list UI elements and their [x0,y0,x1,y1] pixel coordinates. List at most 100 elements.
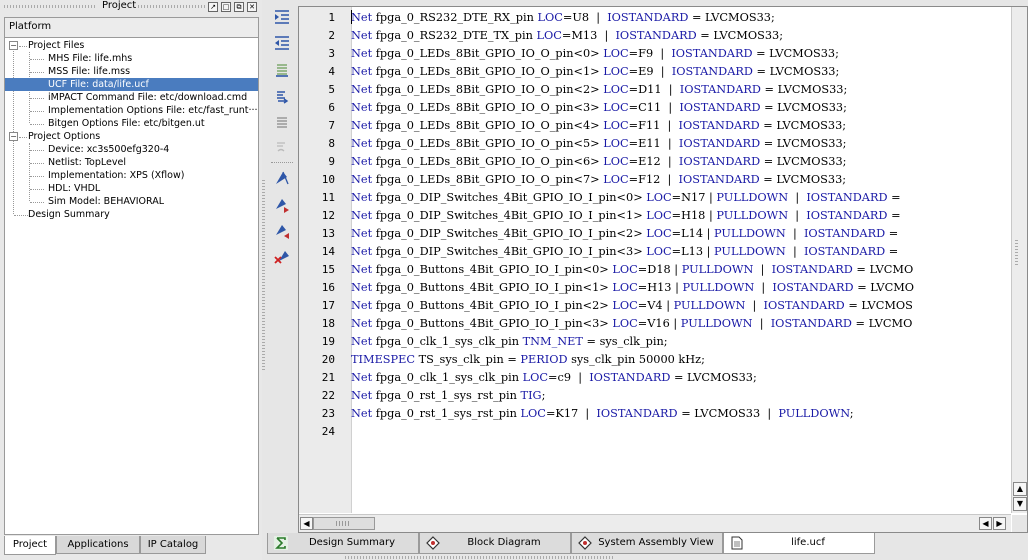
code-line[interactable]: Net fpga_0_DIP_Switches_4Bit_GPIO_IO_I_p… [351,189,901,207]
code-line[interactable]: Net fpga_0_clk_1_sys_clk_pin LOC=c9 | IO… [351,369,757,387]
tree-folder[interactable]: Project Options [28,130,100,143]
code-line[interactable]: Net fpga_0_LEDs_8Bit_GPIO_IO_O_pin<4> LO… [351,117,846,135]
code-text: =V4 | [637,299,674,312]
code-line[interactable]: Net fpga_0_rst_1_sys_rst_pin TIG; [351,387,545,405]
code-text: = LVCMO [853,281,915,294]
line-number: 13 [321,227,335,240]
tab-system-assembly-view[interactable]: System Assembly View [571,533,723,554]
scroll-right-button[interactable]: ▶ [993,517,1006,530]
tab-ip-catalog[interactable]: IP Catalog [140,536,206,554]
code-text: = LVCMOS33; [688,11,775,24]
tree-item[interactable]: UCF File: data/life.ucf [5,78,258,91]
horizontal-scrollbar[interactable]: ◀ ◀ ▶ [299,514,1011,532]
code-line[interactable]: Net fpga_0_Buttons_4Bit_GPIO_IO_I_pin<0>… [351,261,913,279]
code-line[interactable]: Net fpga_0_LEDs_8Bit_GPIO_IO_O_pin<1> LO… [351,63,839,81]
maximize-panel-button[interactable]: □ [221,2,231,12]
tree-item[interactable]: MHS File: life.mhs [48,52,132,65]
code-keyword: PULLDOWN [714,245,786,258]
line-number: 8 [328,137,335,150]
clear-bookmarks-button[interactable] [272,247,292,267]
close-panel-button[interactable]: ✕ [247,2,257,12]
tab-design-summary[interactable]: Design Summary [267,533,419,554]
scroll-left-button[interactable]: ◀ [979,517,992,530]
code-line[interactable]: Net fpga_0_rst_1_sys_rst_pin LOC=K17 | I… [351,405,854,423]
code-line[interactable]: Net fpga_0_DIP_Switches_4Bit_GPIO_IO_I_p… [351,243,898,261]
code-line[interactable]: Net fpga_0_Buttons_4Bit_GPIO_IO_I_pin<1>… [351,279,914,297]
bookmark-button[interactable] [272,138,292,158]
unindent-button[interactable] [272,33,292,53]
tree-item[interactable]: Device: xc3s500efg320-4 [48,143,169,156]
code-keyword: LOC [603,173,629,186]
code-line[interactable]: Net fpga_0_RS232_DTE_TX_pin LOC=M13 | IO… [351,27,783,45]
scroll-left-button[interactable]: ◀ [300,517,313,530]
tab-life-ucf[interactable]: life.ucf [723,533,875,554]
code-area[interactable]: Net fpga_0_RS232_DTE_RX_pin LOC=U8 | IOS… [351,7,1011,513]
code-keyword: PULLDOWN [778,407,850,420]
project-tree[interactable]: − Project Files MHS File: life.mhs MSS File… [4,37,259,535]
tab-label: Block Diagram [467,537,541,548]
indent-icon [275,10,289,24]
tree-item[interactable]: Implementation: XPS (Xflow) [48,169,184,182]
code-text: fpga_0_Buttons_4Bit_GPIO_IO_I_pin<0> [372,263,613,276]
code-line[interactable]: Net fpga_0_DIP_Switches_4Bit_GPIO_IO_I_p… [351,207,901,225]
comment-button[interactable] [272,60,292,80]
code-line[interactable]: Net fpga_0_Buttons_4Bit_GPIO_IO_I_pin<2>… [351,297,913,315]
tab-block-diagram[interactable]: Block Diagram [419,533,571,554]
code-keyword: IOSTANDARD [678,119,760,132]
panel-splitter[interactable] [262,180,265,370]
tab-applications[interactable]: Applications [56,536,140,554]
tree-folder[interactable]: Project Files [28,39,84,52]
code-line[interactable]: Net fpga_0_LEDs_8Bit_GPIO_IO_O_pin<6> LO… [351,153,846,171]
next-bookmark-button[interactable] [272,195,292,215]
code-line[interactable]: Net fpga_0_LEDs_8Bit_GPIO_IO_O_pin<5> LO… [351,135,846,153]
code-text: = LVCMOS [844,299,913,312]
panel-grip[interactable] [4,5,96,8]
panel-grip[interactable] [138,5,206,8]
tree-item[interactable]: Sim Model: BEHAVIORAL [48,195,164,208]
scroll-down-button[interactable]: ▼ [1013,497,1027,511]
code-line[interactable]: Net fpga_0_clk_1_sys_clk_pin TNM_NET = s… [351,333,668,351]
indent-button[interactable] [272,7,292,27]
horizontal-scroll-thumb[interactable] [313,517,375,530]
code-text: fpga_0_Buttons_4Bit_GPIO_IO_I_pin<3> [372,317,613,330]
previous-bookmark-button[interactable] [272,221,292,241]
panel-grip[interactable] [345,556,615,559]
code-text: = LVCMOS33; [752,65,840,78]
tree-item[interactable]: HDL: VHDL [48,182,100,195]
code-line[interactable]: TIMESPEC TS_sys_clk_pin = PERIOD sys_clk… [351,351,705,369]
code-line[interactable]: Net fpga_0_Buttons_4Bit_GPIO_IO_I_pin<3>… [351,315,912,333]
code-line[interactable]: Net fpga_0_RS232_DTE_RX_pin LOC=U8 | IOS… [351,9,775,27]
vertical-scrollbar[interactable]: ▲ ▼ [1011,7,1027,513]
project-panel-titlebar[interactable]: Project ↗ □ ⧉ ✕ [2,0,260,13]
clear-bookmarks-icon [274,251,289,264]
tree-guide-line [30,98,44,99]
scroll-up-button[interactable]: ▲ [1013,482,1027,496]
code-line[interactable]: Net fpga_0_LEDs_8Bit_GPIO_IO_O_pin<2> LO… [351,81,847,99]
platform-header[interactable]: Platform [4,17,259,38]
tree-item[interactable]: iMPACT Command File: etc/download.cmd [48,91,247,104]
tab-project[interactable]: Project [4,536,56,555]
code-keyword: LOC [522,371,549,384]
toggle-comment-button[interactable] [272,113,292,133]
tree-item[interactable]: MSS File: life.mss [48,65,130,78]
code-line[interactable]: Net fpga_0_LEDs_8Bit_GPIO_IO_O_pin<3> LO… [351,99,847,117]
code-line[interactable]: Net fpga_0_LEDs_8Bit_GPIO_IO_O_pin<7> LO… [351,171,846,189]
tree-folder[interactable]: Design Summary [28,208,110,221]
line-number: 15 [321,263,335,276]
restore-panel-button[interactable]: ⧉ [234,2,244,12]
toggle-bookmark-button[interactable] [272,168,292,188]
code-line[interactable]: Net fpga_0_DIP_Switches_4Bit_GPIO_IO_I_p… [351,225,898,243]
code-text: =F11 | [628,119,679,132]
tree-item[interactable]: Netlist: TopLevel [48,156,126,169]
tree-guide-line [30,189,44,190]
panel-grip[interactable] [1015,240,1018,265]
tree-item[interactable]: Bitgen Options File: etc/bitgen.ut [48,117,205,130]
tree-expander[interactable]: − [9,132,18,141]
tree-item[interactable]: Implementation Options File: etc/fast_ru… [48,104,258,117]
code-keyword: LOC [646,227,672,240]
code-editor[interactable]: 1 2 3 4 5 6 7 8 9 10 11 12 13 14 15 16 17 18 19 20 21 22 23 24 … [298,6,1028,533]
code-line[interactable]: Net fpga_0_LEDs_8Bit_GPIO_IO_O_pin<0> LO… [351,45,839,63]
tree-expander[interactable]: − [9,41,18,50]
float-panel-button[interactable]: ↗ [208,2,218,12]
uncomment-button[interactable] [272,87,292,107]
